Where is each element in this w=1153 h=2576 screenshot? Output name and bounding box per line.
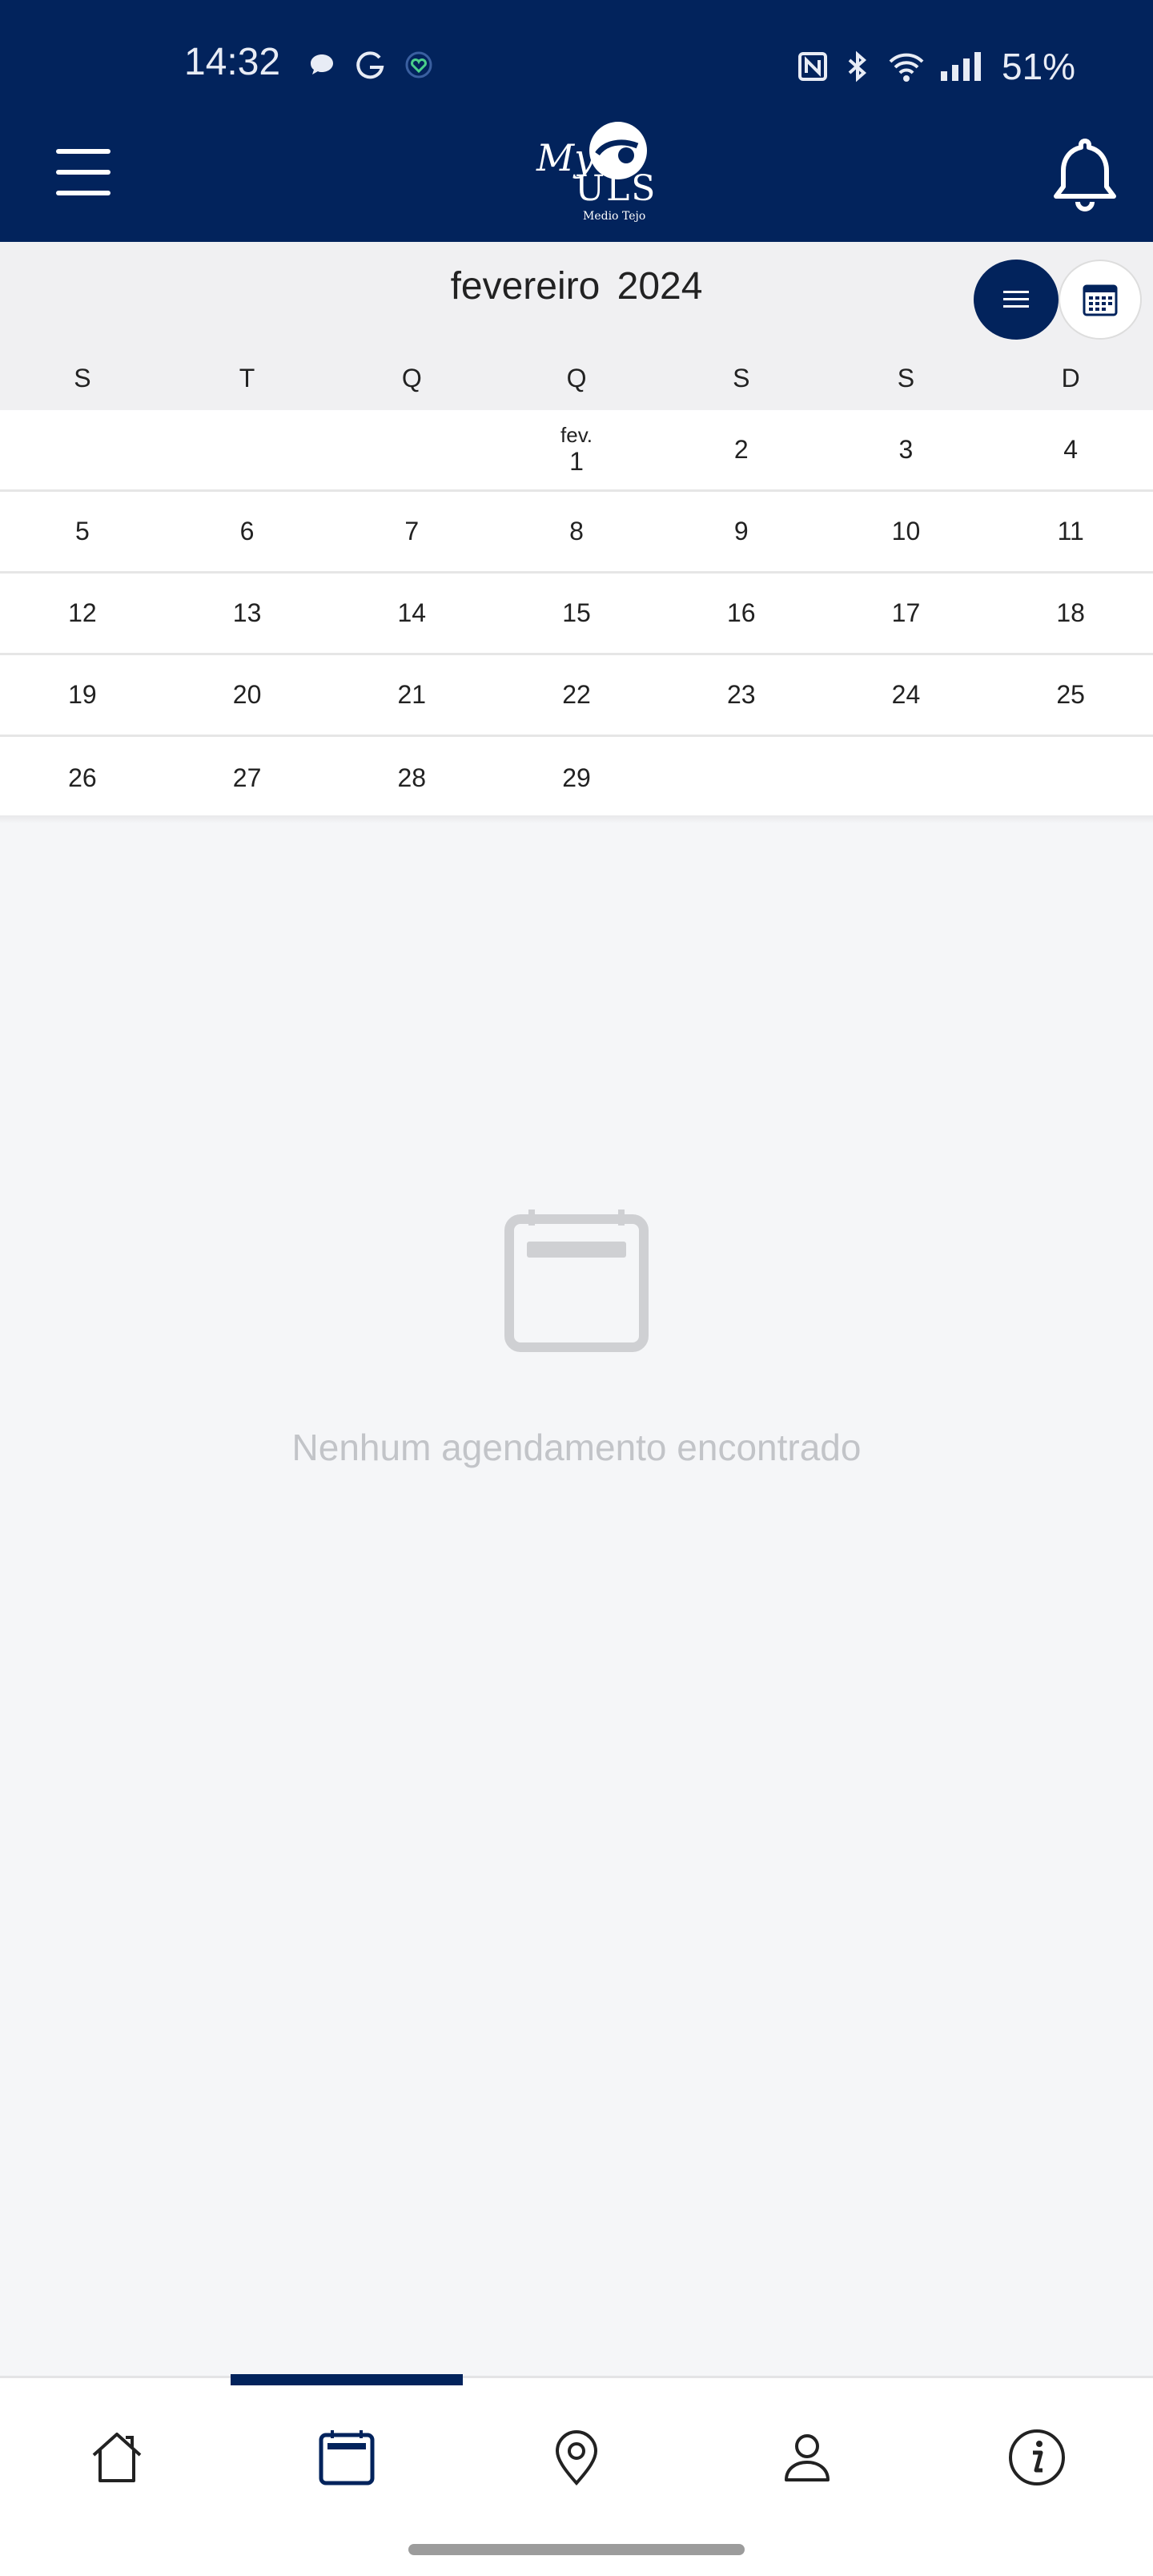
calendar-day-empty (988, 737, 1153, 819)
gesture-home-bar[interactable] (408, 2544, 745, 2555)
weekday-label: D (1061, 364, 1080, 392)
app-logo: My ULS Medio Tejo (528, 112, 657, 232)
calendar-day[interactable]: 28 (329, 737, 494, 819)
calendar-day[interactable]: 3 (824, 410, 989, 489)
calendar-day-empty (165, 410, 330, 489)
bluetooth-icon (848, 50, 867, 83)
chat-bubble-icon (311, 54, 333, 74)
status-time: 14:32 (184, 41, 281, 83)
calendar-week: 26 27 28 29 (0, 737, 1153, 819)
status-system-icons: 51% (797, 45, 1075, 88)
calendar-day[interactable]: 22 (494, 655, 659, 735)
calendar-day[interactable]: 6 (165, 492, 330, 571)
empty-state-message: Nenhum agendamento encontrado (291, 1427, 862, 1468)
calendar-grid-icon (1083, 284, 1118, 316)
calendar-day[interactable]: 20 (165, 655, 330, 735)
calendar-day[interactable]: 13 (165, 574, 330, 653)
active-tab-indicator (231, 2374, 463, 2385)
logo-uls-text: ULS (575, 168, 657, 209)
calendar-day-empty (659, 737, 824, 819)
google-icon (356, 51, 384, 79)
calendar-day[interactable]: 14 (329, 574, 494, 653)
hamburger-icon (56, 149, 110, 154)
home-icon (92, 2433, 142, 2482)
location-pin-icon (555, 2430, 598, 2486)
calendar-day[interactable]: 24 (824, 655, 989, 735)
heart-shield-icon (405, 51, 432, 78)
logo-subtitle: Medio Tejo (583, 210, 646, 223)
month-abbreviation: fev. (560, 423, 593, 447)
calendar-day-empty (329, 410, 494, 489)
calendar-day[interactable]: 27 (165, 737, 330, 819)
nav-home[interactable] (77, 2417, 157, 2498)
menu-button[interactable] (56, 149, 112, 197)
list-icon (1003, 291, 1029, 308)
app-header: 14:32 51% My ULS Medio Tejo (0, 0, 1153, 242)
weekday-label: S (74, 364, 91, 392)
calendar-view-button[interactable] (1059, 260, 1142, 340)
calendar-day[interactable]: 5 (0, 492, 165, 571)
calendar-day[interactable]: 23 (659, 655, 824, 735)
calendar-empty-icon (504, 1210, 649, 1352)
calendar-grid: fev. 1 2 3 4 5 6 7 8 9 10 11 12 13 14 15 … (0, 410, 1153, 819)
nfc-icon (798, 52, 827, 81)
calendar-day[interactable]: 26 (0, 737, 165, 819)
calendar-day[interactable]: 18 (988, 574, 1153, 653)
nav-profile[interactable] (767, 2417, 847, 2498)
calendar-day[interactable]: 2 (659, 410, 824, 489)
status-notification-icons (308, 48, 433, 82)
weekday-label: S (897, 364, 915, 392)
calendar-day[interactable]: 8 (494, 492, 659, 571)
calendar-day[interactable]: 4 (988, 410, 1153, 489)
calendar-week: 19 20 21 22 23 24 25 (0, 655, 1153, 737)
calendar-day[interactable]: fev. 1 (494, 410, 659, 489)
weekday-label: Q (566, 364, 587, 392)
calendar-day[interactable]: 7 (329, 492, 494, 571)
nav-calendar[interactable] (307, 2417, 387, 2498)
calendar-week: fev. 1 2 3 4 (0, 410, 1153, 492)
wifi-icon (889, 53, 924, 82)
weekday-label: S (733, 364, 750, 392)
calendar-icon (319, 2430, 375, 2485)
calendar-day[interactable]: 10 (824, 492, 989, 571)
calendar-day[interactable]: 9 (659, 492, 824, 571)
calendar-day[interactable]: 21 (329, 655, 494, 735)
grid-divider (0, 815, 1153, 823)
calendar-day-empty (824, 737, 989, 819)
calendar-day[interactable]: 25 (988, 655, 1153, 735)
info-icon (1009, 2429, 1065, 2485)
bell-icon[interactable] (1049, 135, 1121, 215)
calendar-week: 5 6 7 8 9 10 11 (0, 492, 1153, 574)
calendar-day[interactable]: 11 (988, 492, 1153, 571)
calendar-week: 12 13 14 15 16 17 18 (0, 574, 1153, 655)
nav-locations[interactable] (536, 2417, 617, 2498)
month-bar: fevereiro 2024 (0, 242, 1153, 346)
weekday-label: T (239, 364, 255, 392)
list-view-button[interactable] (974, 260, 1059, 340)
calendar-day[interactable]: 17 (824, 574, 989, 653)
user-icon (785, 2434, 830, 2481)
calendar-day[interactable]: 19 (0, 655, 165, 735)
calendar-day[interactable]: 12 (0, 574, 165, 653)
calendar-day[interactable]: 29 (494, 737, 659, 819)
calendar-day[interactable]: 16 (659, 574, 824, 653)
signal-icon (941, 52, 981, 81)
weekday-header: S T Q Q S S D (0, 346, 1153, 410)
battery-percent: 51% (1002, 46, 1076, 87)
calendar-day-empty (0, 410, 165, 489)
weekday-label: Q (401, 364, 422, 392)
nav-info[interactable] (997, 2417, 1077, 2498)
calendar-day[interactable]: 15 (494, 574, 659, 653)
